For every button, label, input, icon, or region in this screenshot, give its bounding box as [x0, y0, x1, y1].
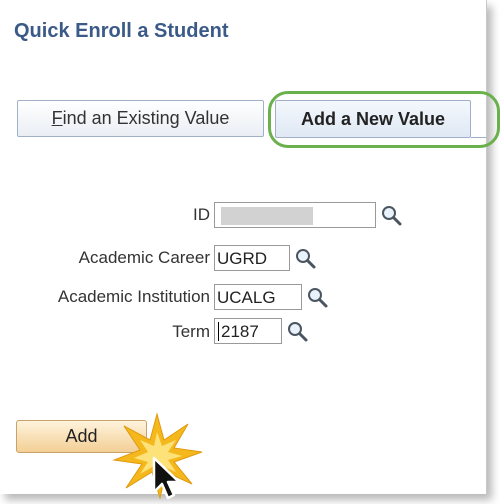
- tab-find-existing-value[interactable]: Find an Existing Value: [17, 100, 264, 137]
- page-container: Quick Enroll a Student Find an Existing …: [0, 0, 500, 494]
- id-field[interactable]: [214, 202, 376, 228]
- id-value-redacted: [221, 207, 313, 225]
- text-cursor: [218, 322, 219, 341]
- institution-lookup-icon[interactable]: [306, 286, 330, 310]
- id-label: ID: [193, 205, 210, 224]
- tab-find-label: Find an Existing Value: [52, 108, 230, 129]
- term-field[interactable]: 2187: [214, 318, 282, 344]
- academic-institution-label: Academic Institution: [57, 287, 210, 306]
- tab-add-new-value[interactable]: Add a New Value: [275, 100, 471, 138]
- page-title: Quick Enroll a Student: [14, 20, 229, 42]
- tab-find-accesskey: F: [51, 108, 63, 128]
- id-lookup-icon[interactable]: [380, 204, 404, 228]
- academic-career-label: Academic Career: [78, 248, 210, 267]
- career-lookup-icon[interactable]: [294, 247, 318, 271]
- term-lookup-icon[interactable]: [286, 320, 310, 344]
- mouse-pointer-icon: [152, 456, 181, 500]
- academic-career-field[interactable]: UGRD: [214, 245, 290, 271]
- tab-baseline: [471, 137, 486, 138]
- tab-add-label: Add a New Value: [300, 108, 446, 129]
- term-label: Term: [172, 322, 210, 341]
- add-button-label: Add: [65, 426, 98, 446]
- term-value: 2187: [221, 322, 259, 341]
- tab-find-label-rest: ind an Existing Value: [62, 108, 230, 128]
- academic-institution-field[interactable]: UCALG: [214, 284, 302, 310]
